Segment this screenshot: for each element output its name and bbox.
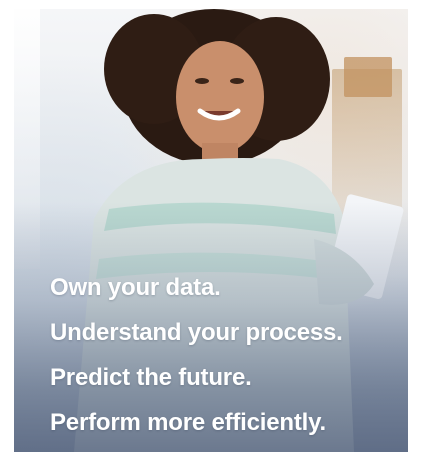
headline-line-4: Perform more efficiently. bbox=[50, 409, 326, 436]
hero-banner: Own your data. Understand your process. … bbox=[14, 9, 408, 452]
headline-line-2: Understand your process. bbox=[50, 319, 343, 346]
face-shape bbox=[176, 41, 264, 153]
headline-line-1: Own your data. bbox=[50, 274, 221, 301]
headline-block: Own your data. Understand your process. … bbox=[50, 265, 400, 445]
headline-line-3: Predict the future. bbox=[50, 364, 252, 391]
